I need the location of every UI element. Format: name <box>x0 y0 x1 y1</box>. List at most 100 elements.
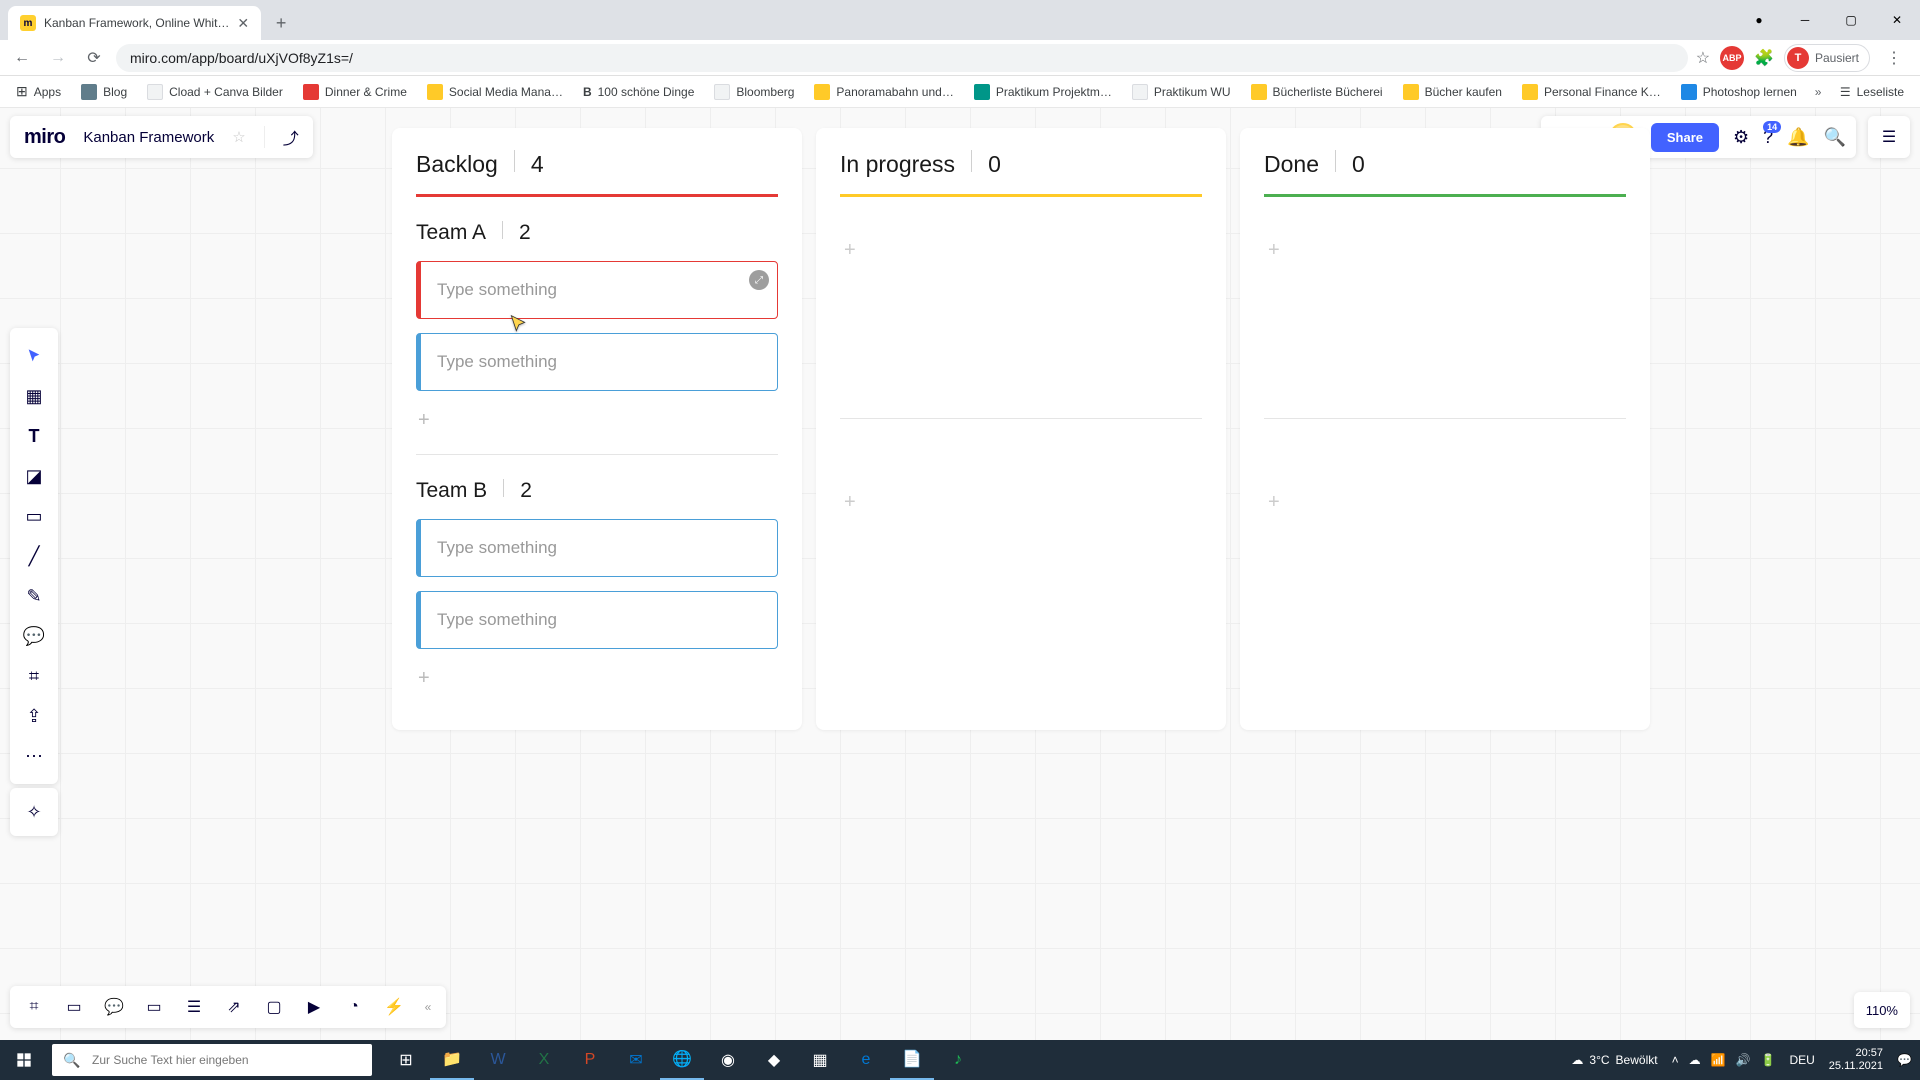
url-input[interactable]: miro.com/app/board/uXjVOf8yZ1s=/ <box>116 44 1688 72</box>
help-icon[interactable]: ?14 <box>1763 127 1773 148</box>
swimlane-title[interactable]: Team B <box>416 479 487 503</box>
excel-icon[interactable]: X <box>522 1040 566 1080</box>
kanban-card[interactable]: Type something <box>416 519 778 577</box>
miro-logo[interactable]: miro <box>24 126 65 149</box>
spotify-icon[interactable]: ♪ <box>936 1040 980 1080</box>
bookmark-item[interactable]: Praktikum Projektm… <box>966 80 1120 104</box>
bookmark-item[interactable]: Social Media Mana… <box>419 80 571 104</box>
bookmark-item[interactable]: Panoramabahn und… <box>806 80 961 104</box>
smart-tool-icon[interactable]: ✧ <box>10 788 58 836</box>
edge-icon[interactable]: e <box>844 1040 888 1080</box>
notifications-center-icon[interactable]: 💬 <box>1897 1053 1912 1067</box>
more-tools-icon[interactable]: ⋯ <box>10 736 58 776</box>
expand-card-icon[interactable]: ⤢ <box>749 270 769 290</box>
miro-canvas[interactable]: miro Kanban Framework ☆ ⤴ ↖ ✦ T Share ⚙ … <box>0 108 1920 1040</box>
close-window-button[interactable]: ✕ <box>1874 0 1920 40</box>
bookmark-item[interactable]: Praktikum WU <box>1124 80 1239 104</box>
weather-widget[interactable]: ☁ 3°C Bewölkt <box>1571 1053 1657 1067</box>
tray-chevron-icon[interactable]: ˄ <box>1672 1053 1679 1067</box>
bookmark-item[interactable]: Personal Finance K… <box>1514 80 1669 104</box>
powerpoint-icon[interactable]: P <box>568 1040 612 1080</box>
swimlane-title[interactable]: Team A <box>416 221 486 245</box>
mail-icon[interactable]: ✉ <box>614 1040 658 1080</box>
profile-pill[interactable]: T Pausiert <box>1784 44 1870 72</box>
board-name[interactable]: Kanban Framework <box>83 129 214 146</box>
kanban-card[interactable]: Type something <box>416 333 778 391</box>
frames-panel-icon[interactable]: ⌗ <box>16 989 52 1025</box>
notepad-icon[interactable]: 📄 <box>890 1040 934 1080</box>
task-view-icon[interactable]: ⊞ <box>384 1040 428 1080</box>
bookmarks-overflow-icon[interactable]: » <box>1809 85 1828 99</box>
kanban-card[interactable]: Type something ⤢ <box>416 261 778 319</box>
back-button[interactable]: ← <box>8 44 36 72</box>
column-backlog[interactable]: Backlog 4 Team A 2 Type something ⤢ Type… <box>392 128 802 730</box>
keyboard-lang[interactable]: DEU <box>1789 1053 1814 1067</box>
add-card-button[interactable]: + <box>840 473 1202 532</box>
extensions-icon[interactable]: 🧩 <box>1754 48 1774 68</box>
account-dot-icon[interactable]: ● <box>1736 0 1782 40</box>
start-button[interactable] <box>0 1040 48 1080</box>
column-in-progress[interactable]: In progress 0 + + <box>816 128 1226 730</box>
frame-tool-icon[interactable]: ⌗ <box>10 656 58 696</box>
battery-icon[interactable]: 🔋 <box>1761 1053 1776 1067</box>
add-card-button[interactable]: + <box>840 221 1202 280</box>
close-tab-icon[interactable]: ✕ <box>237 15 249 32</box>
export-icon[interactable]: ⤴ <box>283 125 299 149</box>
card-panel-icon[interactable]: ▭ <box>136 989 172 1025</box>
reading-list-button[interactable]: ☰Leseliste <box>1832 85 1912 99</box>
add-card-button[interactable]: + <box>416 663 778 694</box>
shape-tool-icon[interactable]: ▭ <box>10 496 58 536</box>
star-bookmark-icon[interactable]: ☆ <box>1696 48 1710 68</box>
add-card-button[interactable]: + <box>416 405 778 436</box>
abp-extension-icon[interactable]: ABP <box>1720 46 1744 70</box>
explorer-icon[interactable]: 📁 <box>430 1040 474 1080</box>
sticky-tool-icon[interactable]: ◪ <box>10 456 58 496</box>
upload-tool-icon[interactable]: ⇪ <box>10 696 58 736</box>
bookmark-item[interactable]: Bücher kaufen <box>1395 80 1510 104</box>
star-board-icon[interactable]: ☆ <box>232 128 245 146</box>
share-button[interactable]: Share <box>1651 123 1719 152</box>
presentation-icon[interactable]: ▭ <box>56 989 92 1025</box>
clock[interactable]: 20:57 25.11.2021 <box>1829 1047 1883 1073</box>
bookmark-item[interactable]: Bücherliste Bücherei <box>1243 80 1391 104</box>
onedrive-icon[interactable]: ☁ <box>1689 1053 1701 1067</box>
bookmark-item[interactable]: B100 schöne Dinge <box>575 81 702 103</box>
activity-icon[interactable]: ☰ <box>176 989 212 1025</box>
zoom-level[interactable]: 110% <box>1854 992 1910 1028</box>
apps-bookmark[interactable]: ⊞Apps <box>8 79 69 104</box>
maximize-button[interactable]: ▢ <box>1828 0 1874 40</box>
add-card-button[interactable]: + <box>1264 473 1626 532</box>
column-title[interactable]: Backlog <box>416 151 498 178</box>
bookmark-item[interactable]: Dinner & Crime <box>295 80 415 104</box>
reload-button[interactable]: ⟳ <box>80 44 108 72</box>
add-card-button[interactable]: + <box>1264 221 1626 280</box>
chrome-menu-icon[interactable]: ⋮ <box>1880 48 1908 68</box>
wifi-icon[interactable]: 📶 <box>1711 1053 1726 1067</box>
bookmark-item[interactable]: Bloomberg <box>706 80 802 104</box>
comments-panel-icon[interactable]: 💬 <box>96 989 132 1025</box>
chrome-icon[interactable]: 🌐 <box>660 1040 704 1080</box>
select-tool-icon[interactable] <box>10 336 58 376</box>
share-export-icon[interactable]: ⇗ <box>216 989 252 1025</box>
activity-panel-icon[interactable]: ☰ <box>1868 116 1910 158</box>
kanban-card[interactable]: Type something <box>416 591 778 649</box>
comment-tool-icon[interactable]: 💬 <box>10 616 58 656</box>
screen-share-icon[interactable]: ▢ <box>256 989 292 1025</box>
browser-tab[interactable]: m Kanban Framework, Online Whit… ✕ <box>8 6 261 40</box>
settings-icon[interactable]: ⚙ <box>1733 127 1749 148</box>
notifications-icon[interactable]: 🔔 <box>1787 127 1809 148</box>
system-tray[interactable]: ˄ ☁ 📶 🔊 🔋 <box>1672 1053 1776 1067</box>
taskbar-search[interactable]: 🔍 Zur Suche Text hier eingeben <box>52 1044 372 1076</box>
new-tab-button[interactable]: + <box>267 9 295 37</box>
forward-button[interactable]: → <box>44 44 72 72</box>
search-icon[interactable]: 🔍 <box>1824 127 1846 148</box>
column-title[interactable]: Done <box>1264 151 1319 178</box>
text-tool-icon[interactable]: T <box>10 416 58 456</box>
column-title[interactable]: In progress <box>840 151 955 178</box>
minimize-button[interactable]: ─ <box>1782 0 1828 40</box>
video-icon[interactable]: ▶ <box>296 989 332 1025</box>
pen-tool-icon[interactable]: ✎ <box>10 576 58 616</box>
word-icon[interactable]: W <box>476 1040 520 1080</box>
bolt-icon[interactable]: ⚡ <box>376 989 412 1025</box>
bookmark-item[interactable]: Cload + Canva Bilder <box>139 80 291 104</box>
